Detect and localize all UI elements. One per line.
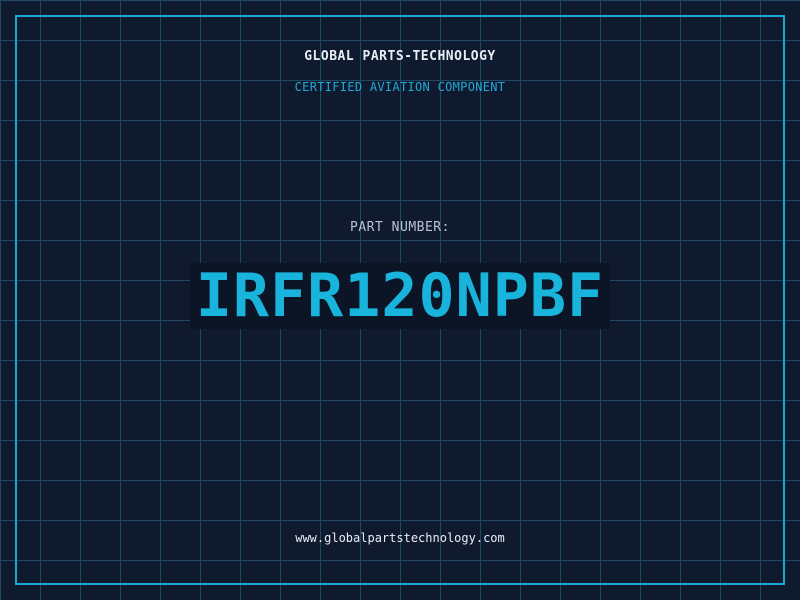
part-number-label: PART NUMBER: bbox=[350, 220, 450, 235]
part-number-container: IRFR120NPBF bbox=[0, 263, 800, 329]
website-url: www.globalpartstechnology.com bbox=[295, 531, 505, 545]
tagline: CERTIFIED AVIATION COMPONENT bbox=[294, 80, 506, 94]
part-number-value: IRFR120NPBF bbox=[189, 263, 611, 329]
part-card: GLOBAL PARTS-TECHNOLOGY CERTIFIED AVIATI… bbox=[0, 0, 800, 600]
company-name: GLOBAL PARTS-TECHNOLOGY bbox=[304, 49, 496, 64]
